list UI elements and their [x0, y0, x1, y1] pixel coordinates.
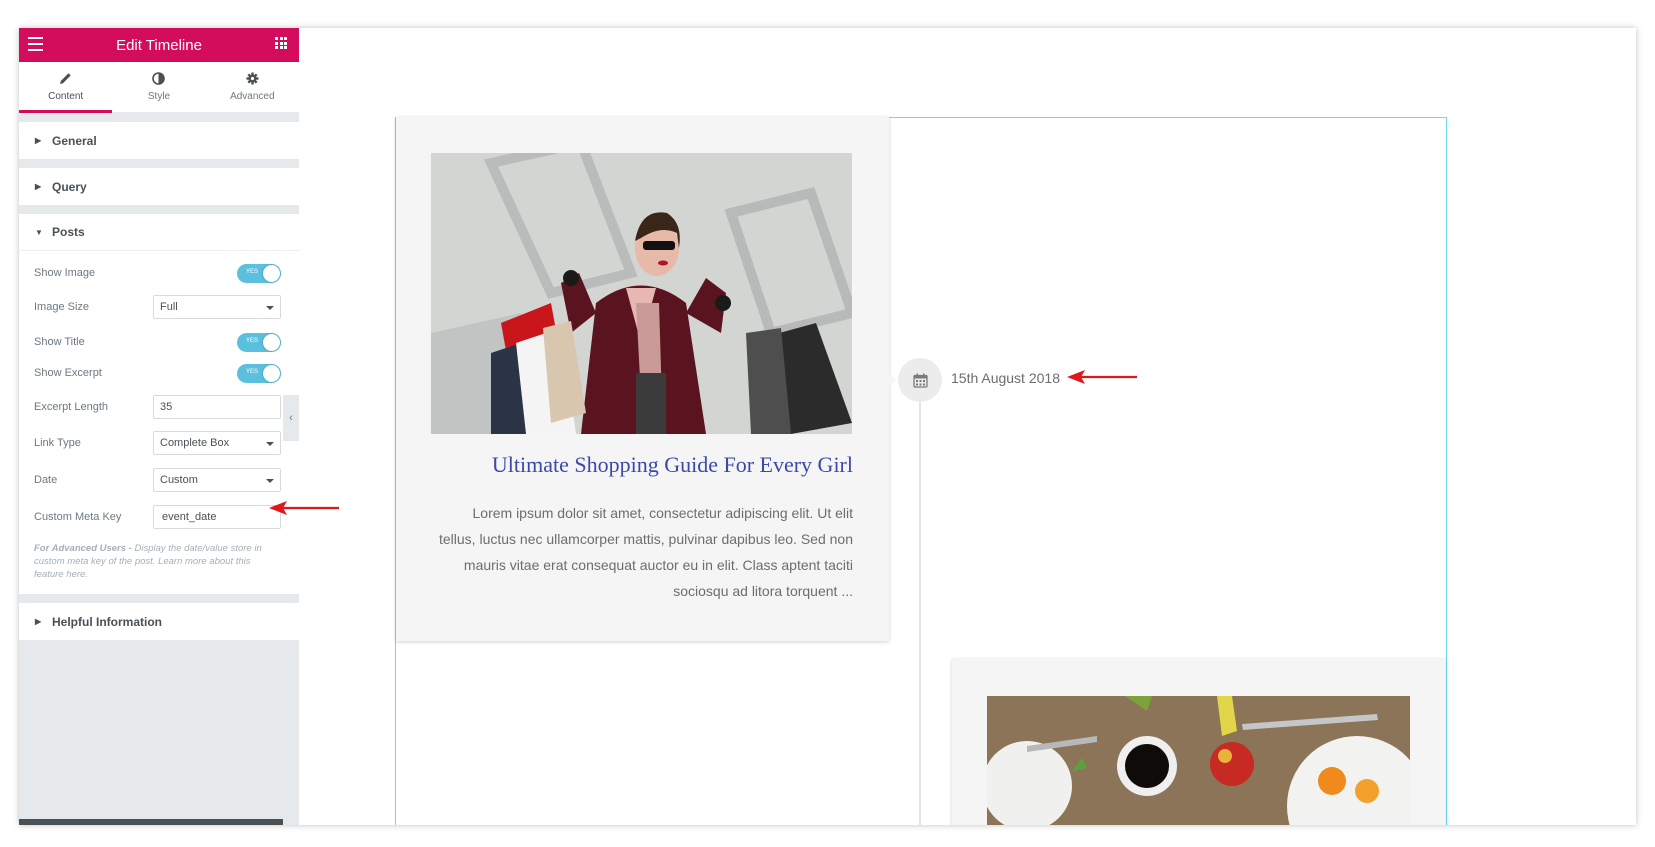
- panel-header: Edit Timeline: [19, 28, 299, 62]
- show-excerpt-label: Show Excerpt: [34, 367, 102, 379]
- widgets-grid-icon[interactable]: [275, 37, 287, 49]
- image-size-value: Full: [160, 301, 178, 313]
- caret-right-icon: ▶: [35, 182, 42, 191]
- editor-panel: Edit Timeline Content Style Advanced ▶ G…: [19, 28, 299, 825]
- show-excerpt-toggle[interactable]: YES: [237, 363, 281, 383]
- half-circle-icon: [152, 72, 166, 86]
- post-featured-image: [431, 153, 852, 434]
- custom-meta-key-input[interactable]: event_date: [153, 505, 281, 529]
- tab-advanced-label: Advanced: [230, 91, 275, 102]
- caret-right-icon: ▶: [35, 136, 42, 145]
- post-title-link[interactable]: Ultimate Shopping Guide For Every Girl: [492, 452, 853, 478]
- editor-window: Edit Timeline Content Style Advanced ▶ G…: [19, 28, 1636, 825]
- dropdown-arrow-icon: [266, 306, 274, 310]
- section-posts-label: Posts: [52, 225, 85, 239]
- image-size-label: Image Size: [34, 301, 90, 313]
- section-general-label: General: [52, 133, 97, 148]
- caret-down-icon: ▼: [35, 227, 43, 237]
- show-image-label: Show Image: [34, 267, 96, 279]
- chevron-left-icon: ‹: [289, 412, 293, 424]
- timeline-post-card[interactable]: [952, 659, 1446, 825]
- toggle-yes-text: YES: [246, 368, 259, 375]
- control-show-image: Show Image YES: [34, 262, 281, 284]
- section-posts[interactable]: ▼ Posts: [19, 214, 299, 251]
- custom-meta-key-value: event_date: [162, 511, 217, 523]
- pencil-icon: [59, 72, 72, 86]
- control-excerpt-length: Excerpt Length 35: [34, 395, 281, 419]
- image-size-select[interactable]: Full: [153, 295, 281, 319]
- section-general[interactable]: ▶ General: [19, 122, 299, 159]
- post-featured-image: [987, 696, 1410, 825]
- hamburger-menu-icon[interactable]: [28, 37, 43, 51]
- custom-meta-key-label: Custom Meta Key: [34, 511, 122, 523]
- gear-icon: [246, 72, 259, 86]
- link-type-value: Complete Box: [160, 437, 230, 449]
- toggle-yes-text: YES: [246, 337, 259, 344]
- excerpt-length-value: 35: [160, 401, 173, 413]
- link-type-select[interactable]: Complete Box: [153, 431, 281, 455]
- collapse-panel-button[interactable]: ‹: [283, 395, 299, 441]
- control-custom-meta-key: Custom Meta Key event_date: [34, 505, 281, 529]
- tab-content-label: Content: [48, 91, 84, 102]
- panel-tabs: Content Style Advanced: [19, 62, 299, 113]
- dropdown-arrow-icon: [266, 442, 274, 446]
- annotation-arrow: [1067, 370, 1137, 384]
- caret-right-icon: ▶: [35, 617, 42, 626]
- posts-controls: Show Image YES Image Size Full Show Titl…: [19, 251, 299, 594]
- timeline-line: [919, 388, 921, 825]
- post-excerpt: Lorem ipsum dolor sit amet, consectetur …: [439, 505, 853, 599]
- card-pointer: [889, 374, 896, 386]
- show-image-toggle[interactable]: YES: [237, 263, 281, 283]
- section-query[interactable]: ▶ Query: [19, 168, 299, 205]
- help-text-bold: For Advanced Users -: [34, 543, 132, 554]
- help-text: For Advanced Users - Display the date/va…: [34, 542, 281, 581]
- section-helpful-label: Helpful Information: [52, 614, 162, 629]
- link-type-label: Link Type: [34, 437, 81, 449]
- tab-style-label: Style: [147, 91, 171, 102]
- timeline-post-card[interactable]: Ultimate Shopping Guide For Every Girl L…: [396, 117, 889, 641]
- control-date: Date Custom: [34, 468, 281, 492]
- section-helpful-information[interactable]: ▶ Helpful Information: [19, 603, 299, 640]
- panel-footer-bar: [19, 819, 283, 825]
- calendar-icon: [898, 358, 942, 402]
- date-value: Custom: [160, 474, 198, 486]
- tab-advanced[interactable]: Advanced: [206, 62, 299, 112]
- show-title-toggle[interactable]: YES: [237, 332, 281, 352]
- date-select[interactable]: Custom: [153, 468, 281, 492]
- section-query-label: Query: [52, 179, 87, 194]
- show-title-label: Show Title: [34, 336, 85, 348]
- panel-title: Edit Timeline: [116, 36, 202, 54]
- dropdown-arrow-icon: [266, 479, 274, 483]
- control-show-excerpt: Show Excerpt YES: [34, 362, 281, 384]
- control-image-size: Image Size Full: [34, 295, 281, 319]
- excerpt-length-input[interactable]: 35: [153, 395, 281, 419]
- date-label: Date: [34, 474, 58, 486]
- tab-content[interactable]: Content: [19, 62, 113, 113]
- tab-style[interactable]: Style: [112, 62, 205, 112]
- annotation-arrow: [269, 501, 339, 515]
- control-link-type: Link Type Complete Box: [34, 431, 281, 455]
- timeline-date: 15th August 2018: [951, 370, 1060, 386]
- toggle-yes-text: YES: [246, 268, 259, 275]
- excerpt-length-label: Excerpt Length: [34, 401, 108, 413]
- control-show-title: Show Title YES: [34, 331, 281, 353]
